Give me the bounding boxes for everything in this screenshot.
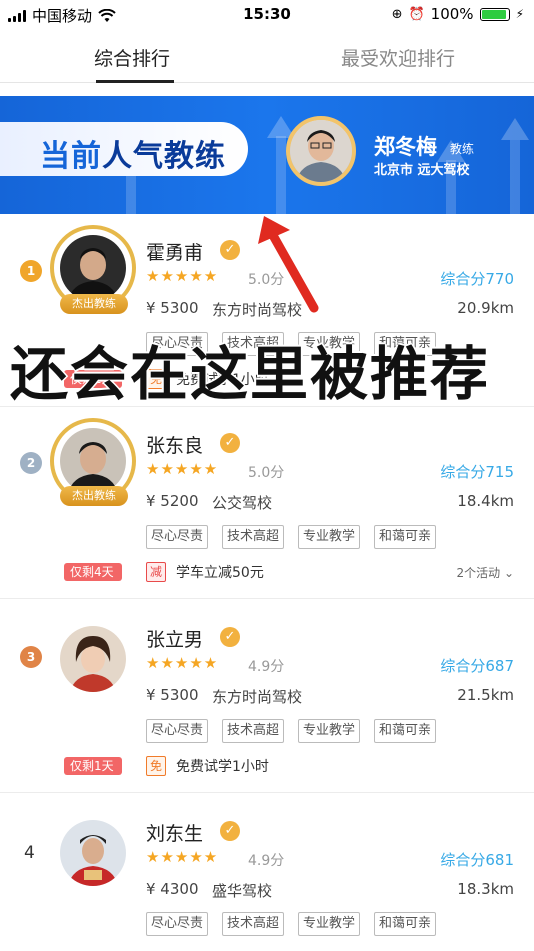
banner-deco-bar [510,140,520,214]
days-left-flag: 仅剩4天 [64,563,122,581]
tag-list: 尽心尽责 技术高超 专业教学 和蔼可亲 [146,912,437,936]
distance: 21.5km [457,686,514,704]
tag: 和蔼可亲 [374,912,437,936]
tag: 专业教学 [298,912,361,936]
battery-icon [479,7,510,21]
star-rating: ★★★★★ [146,654,219,672]
verified-icon: ✓ [220,433,240,453]
price: ¥ 5200 [146,492,199,510]
driving-school: 东方时尚驾校 [212,301,303,319]
star-rating: ★★★★★ [146,848,219,866]
rating-value: 5.0分 [248,465,285,481]
coach-name[interactable]: 张立男 [146,625,203,652]
rating-value: 5.0分 [248,272,285,288]
avatar[interactable] [60,626,126,692]
avatar-photo [290,120,352,182]
divider [0,598,534,599]
status-bar: 中国移动 15:30 ⊕ ⏰ 100% ⚡ [0,0,534,30]
overall-score: 综合分687 [440,657,514,675]
more-activities-link[interactable]: 2个活动 ⌄ [456,564,514,581]
tag-list: 尽心尽责 技术高超 专业教学 和蔼可亲 [146,719,437,743]
alarm-icon: ⏰ [408,6,425,22]
active-tab-indicator [96,80,174,83]
overlay-caption: 还会在这里被推荐 [10,340,491,408]
coach-name[interactable]: 刘东生 [146,819,203,846]
tag: 和蔼可亲 [374,719,437,743]
orientation-lock-icon: ⊕ [391,6,403,22]
rating-value: 4.9分 [248,659,285,675]
outstanding-coach-tag: 杰出教练 [60,294,128,314]
price: ¥ 4300 [146,880,199,898]
price: ¥ 5300 [146,686,199,704]
outstanding-coach-tag: 杰出教练 [60,486,128,506]
divider [0,792,534,793]
tag: 技术高超 [222,525,285,549]
status-right: ⊕ ⏰ 100% ⚡ [392,5,524,23]
overall-score: 综合分770 [440,270,514,288]
tag: 尽心尽责 [146,912,209,936]
tab-popular-ranking[interactable]: 最受欢迎排行 [341,44,455,71]
tag: 尽心尽责 [146,719,209,743]
rank-badge-silver: 2 [20,452,42,474]
banner-title: 当前人气教练 [40,131,226,175]
coach-name[interactable]: 霍勇甫 [146,238,203,265]
promo-text: 学车立减50元 [176,565,264,581]
featured-coach-location: 北京市 远大驾校 [374,163,470,178]
rank-number: 4 [24,843,35,863]
verified-icon: ✓ [220,627,240,647]
charging-icon: ⚡ [515,7,524,21]
distance: 18.3km [457,880,514,898]
free-trial-icon: 免 [146,756,166,776]
promo-text: 免费试学1小时 [176,759,269,775]
driving-school: 盛华驾校 [212,882,273,900]
tag: 技术高超 [222,719,285,743]
featured-coach-name: 郑冬梅 [374,135,437,159]
banner-title-highlight: 人气教练 [102,139,226,174]
distance: 18.4km [457,492,514,510]
featured-coach-avatar[interactable] [286,116,356,186]
overall-score: 综合分715 [440,463,514,481]
coach-name[interactable]: 张东良 [146,431,203,458]
overall-score: 综合分681 [440,851,514,869]
price: ¥ 5300 [146,299,199,317]
tag-list: 尽心尽责 技术高超 专业教学 和蔼可亲 [146,525,437,549]
rank-badge-bronze: 3 [20,646,42,668]
verified-icon: ✓ [220,240,240,260]
days-left-flag: 仅剩1天 [64,757,122,775]
tag: 专业教学 [298,525,361,549]
tag: 尽心尽责 [146,525,209,549]
driving-school: 公交驾校 [212,494,273,512]
star-rating: ★★★★★ [146,460,219,478]
star-rating: ★★★★★ [146,267,219,285]
battery-percent: 100% [430,5,474,23]
ranking-tabs: 综合排行 最受欢迎排行 [0,30,534,83]
banner-title-prefix: 当前 [40,139,102,174]
rating-value: 4.9分 [248,853,285,869]
verified-icon: ✓ [220,821,240,841]
avatar[interactable] [60,820,126,886]
distance: 20.9km [457,299,514,317]
more-activities-label: 2个活动 [456,566,501,580]
featured-coach-role: 教练 [450,142,475,156]
chevron-down-icon: ⌄ [503,566,514,580]
rank-badge-gold: 1 [20,260,42,282]
driving-school: 东方时尚驾校 [212,688,303,706]
tag: 专业教学 [298,719,361,743]
banner-deco-arrow [501,118,529,140]
discount-icon: 减 [146,562,166,582]
tag: 和蔼可亲 [374,525,437,549]
banner-deco-bar [276,136,286,214]
tag: 技术高超 [222,912,285,936]
tab-overall-ranking[interactable]: 综合排行 [94,44,170,71]
